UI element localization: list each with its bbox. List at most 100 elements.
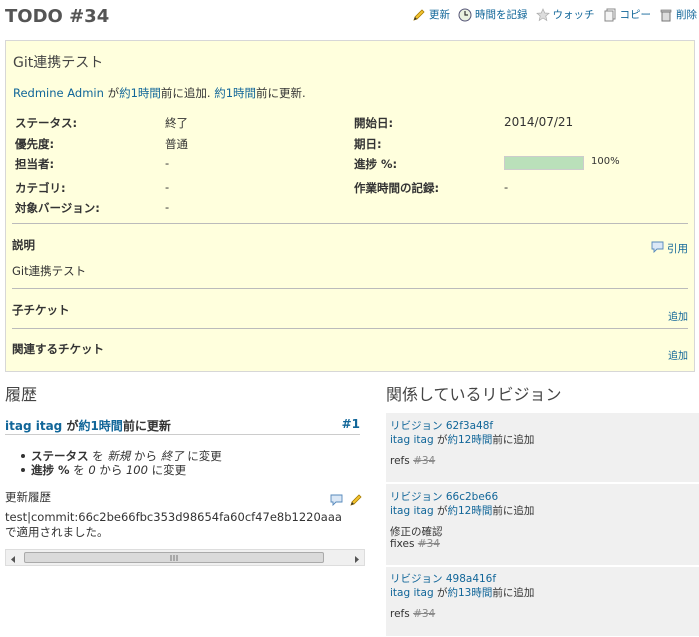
journal-header: itag itag が約1時間前に更新 #1 <box>5 413 360 435</box>
revision-issue-ref[interactable]: #34 <box>418 538 440 550</box>
start-date-label: 開始日: <box>354 116 394 130</box>
revision-time-link[interactable]: 約12時間 <box>447 505 492 517</box>
description-text: Git連携テスト <box>12 264 87 278</box>
revision-time-link[interactable]: 約12時間 <box>447 434 492 446</box>
progress-fill <box>505 157 583 169</box>
notes-line-2: で適用されました。 <box>5 525 109 539</box>
priority-label: 優先度: <box>15 137 55 151</box>
history-heading: 履歴 <box>5 385 38 404</box>
clock-icon <box>458 8 472 22</box>
edit-note-pencil-icon[interactable] <box>349 493 363 510</box>
revision-suffix: 前に追加 <box>492 434 535 446</box>
version-label: 対象バージョン: <box>15 201 100 215</box>
delete-action[interactable]: 削除 <box>659 7 697 22</box>
status-label: ステータス: <box>15 116 78 130</box>
copy-icon <box>603 8 617 22</box>
revision-link[interactable]: リビジョン 62f3a48f <box>390 418 493 433</box>
progress-text: 100% <box>591 156 620 167</box>
scrollbar-thumb[interactable] <box>24 552 324 563</box>
copy-label[interactable]: コピー <box>620 7 652 22</box>
revision-link[interactable]: リビジョン 66c2be66 <box>390 489 498 504</box>
delete-label[interactable]: 削除 <box>676 7 697 22</box>
progress-bar <box>504 156 584 170</box>
author-link[interactable]: Redmine Admin <box>13 86 104 100</box>
revision-mid: が <box>433 505 448 517</box>
watch-action[interactable]: ウォッチ <box>535 7 595 22</box>
log-time-action[interactable]: 時間を記録 <box>458 7 528 22</box>
updated-time-link[interactable]: 約1時間 <box>214 86 256 100</box>
divider <box>12 328 688 329</box>
revision-message: fixes #34 <box>390 538 440 550</box>
journal-detail: 進捗 % を 0 から 100 に変更 <box>21 462 187 478</box>
add-relation-link[interactable]: 追加 <box>668 347 688 362</box>
revision-user-link[interactable]: itag itag <box>390 587 434 599</box>
quote-link[interactable]: 引用 <box>651 241 688 256</box>
priority-value: 普通 <box>165 137 188 151</box>
assignee-label: 担当者: <box>15 157 55 171</box>
revisions-heading: 関係しているリビジョン <box>386 385 562 404</box>
revision-message: refs #34 <box>390 608 435 620</box>
revision-issue-ref[interactable]: #34 <box>413 455 435 467</box>
revision-message-text: refs <box>390 455 414 467</box>
quote-label[interactable]: 引用 <box>667 241 688 256</box>
add-subtask-link[interactable]: 追加 <box>668 308 688 323</box>
spent-time-label: 作業時間の記録: <box>354 181 440 195</box>
revision-meta: itag itag が約12時間前に追加 <box>390 432 534 447</box>
revision-issue-ref[interactable]: #34 <box>413 608 435 620</box>
edit-action[interactable]: 更新 <box>412 7 450 22</box>
divider <box>12 223 688 224</box>
log-time-label[interactable]: 時間を記録 <box>475 7 528 22</box>
journal-user-link[interactable]: itag itag <box>5 419 62 433</box>
detail-text: を <box>88 449 108 463</box>
issue-subject: Git連携テスト <box>13 55 104 71</box>
revision-meta: itag itag が約13時間前に追加 <box>390 585 534 600</box>
detail-text: を <box>69 463 89 477</box>
copy-action[interactable]: コピー <box>603 7 652 22</box>
revision-message: refs #34 <box>390 455 435 467</box>
star-icon <box>535 7 550 22</box>
comment-icon <box>651 241 664 256</box>
detail-text: から <box>130 449 161 463</box>
revision-message-text: refs <box>390 608 414 620</box>
due-date-label: 期日: <box>354 137 382 151</box>
revision-mid: が <box>433 434 448 446</box>
detail-text: に変更 <box>147 463 187 477</box>
revision-message-line: 修正の確認 <box>390 526 443 538</box>
revision-link[interactable]: リビジョン 498a416f <box>390 571 496 586</box>
description-heading: 説明 <box>12 238 35 252</box>
scroll-left-arrow-icon[interactable] <box>9 553 17 567</box>
issue-author-line: Redmine Admin が約1時間前に追加. 約1時間前に更新. <box>13 85 306 101</box>
revision-user-link[interactable]: itag itag <box>390 434 434 446</box>
revision-meta: itag itag が約12時間前に追加 <box>390 503 534 518</box>
detail-new-value: 100 <box>125 463 148 477</box>
horizontal-scrollbar[interactable] <box>5 549 365 566</box>
category-value: - <box>165 180 170 194</box>
journal-mid: が <box>62 419 79 433</box>
version-value: - <box>165 200 170 214</box>
detail-text: から <box>95 463 126 477</box>
page-title: TODO #34 <box>5 6 110 27</box>
quote-comment-icon[interactable] <box>330 494 343 509</box>
category-label: カテゴリ: <box>15 181 66 195</box>
journal-time-link[interactable]: 約1時間 <box>78 419 122 433</box>
author-mid: が <box>103 86 120 100</box>
revision-item: リビジョン 66c2be66 itag itag が約12時間前に追加 修正の確… <box>386 484 699 566</box>
watch-label[interactable]: ウォッチ <box>553 7 595 22</box>
assignee-value: - <box>165 156 170 170</box>
revision-time-link[interactable]: 約13時間 <box>447 587 492 599</box>
bullet <box>21 467 25 472</box>
detail-new-value: 終了 <box>160 449 184 463</box>
journal-number-link[interactable]: #1 <box>342 417 360 431</box>
added-time-link[interactable]: 約1時間 <box>119 86 161 100</box>
scroll-right-arrow-icon[interactable] <box>353 553 361 567</box>
pencil-icon <box>412 8 426 22</box>
revision-suffix: 前に追加 <box>492 505 535 517</box>
status-value: 終了 <box>165 116 188 130</box>
trash-icon <box>659 8 673 22</box>
revision-message-text: fixes <box>390 538 418 550</box>
revision-user-link[interactable]: itag itag <box>390 505 434 517</box>
revision-suffix: 前に追加 <box>492 587 535 599</box>
updated-text: 前に更新. <box>256 86 306 100</box>
edit-label[interactable]: 更新 <box>429 7 450 22</box>
notes-line-1: test|commit:66c2be66fbc353d98654fa60cf47… <box>5 510 342 524</box>
